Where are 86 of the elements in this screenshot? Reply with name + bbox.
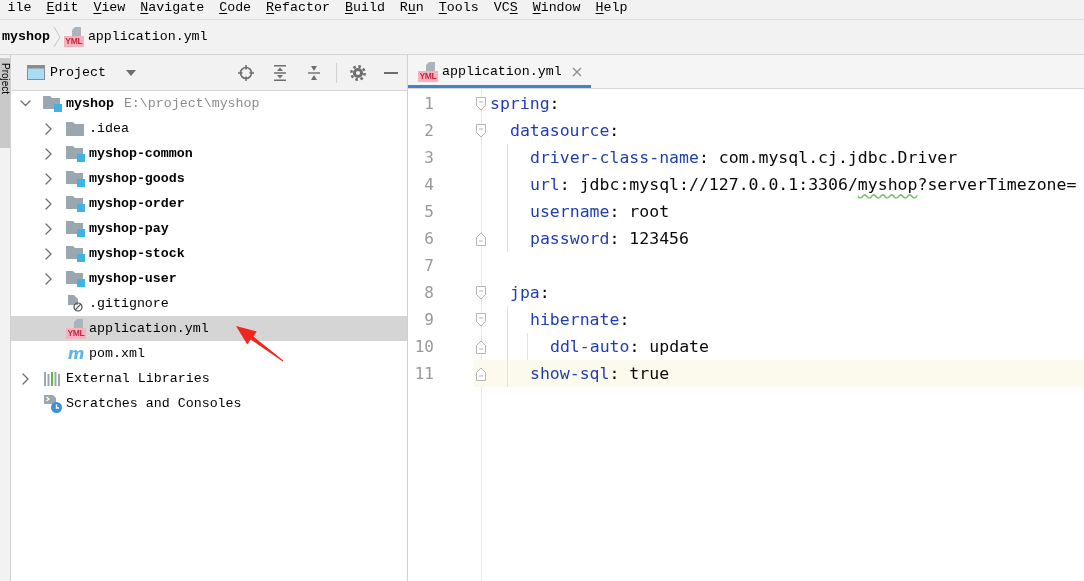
line-number: 10	[414, 337, 434, 356]
chevron-right-icon[interactable]	[44, 172, 52, 185]
module-folder-icon	[66, 145, 85, 162]
menu-item[interactable]: Navigate	[132, 0, 212, 16]
line-number: 8	[424, 283, 434, 302]
menu-item[interactable]: VCS	[486, 0, 526, 16]
menu-item[interactable]: View	[85, 0, 133, 16]
line-number: 1	[424, 94, 434, 113]
menu-item[interactable]: Window	[525, 0, 589, 16]
line-number: 7	[424, 256, 434, 275]
code-line: url: jdbc:mysql://127.0.0.1:3306/myshop?serverTimezone=	[530, 174, 1077, 196]
chevron-right-icon[interactable]	[21, 372, 29, 385]
tree-item[interactable]: myshop E:\project\myshop	[11, 91, 407, 116]
menu-item[interactable]: Code	[211, 0, 259, 16]
menu-item[interactable]: Help	[588, 0, 635, 16]
tree-item[interactable]: Scratches and Consoles	[11, 391, 407, 416]
code-line: ddl-auto: update	[550, 336, 709, 358]
tree-item[interactable]: myshop-pay	[11, 216, 407, 241]
fold-start-icon[interactable]	[476, 312, 486, 327]
caret-icon[interactable]	[125, 69, 136, 76]
code-line: spring:	[490, 93, 560, 115]
close-icon[interactable]	[571, 66, 582, 77]
expand-all-icon[interactable]	[272, 64, 288, 81]
library-icon	[43, 371, 61, 386]
tree-item[interactable]: .gitignore	[11, 291, 407, 316]
line-number: 4	[424, 175, 434, 194]
chevron-down-icon[interactable]	[19, 100, 31, 107]
scratch-clock-icon	[43, 394, 62, 413]
fold-start-icon[interactable]	[476, 96, 486, 111]
code-line: jpa:	[510, 282, 550, 304]
module-folder-icon	[66, 170, 85, 187]
project-view-icon	[27, 65, 45, 80]
ignored-file-icon	[66, 295, 83, 312]
menu-item[interactable]: Run	[392, 0, 432, 16]
menu-item[interactable]: Edit	[38, 0, 86, 16]
module-folder-icon	[66, 270, 85, 287]
line-number: 3	[424, 148, 434, 167]
code-line: username: root	[530, 201, 670, 223]
breadcrumb-item[interactable]: myshop	[2, 29, 50, 45]
tool-window-tab[interactable]: Project	[0, 58, 10, 148]
fold-start-icon[interactable]	[476, 123, 486, 138]
code-line: show-sql: true	[530, 363, 670, 385]
module-folder-icon	[66, 195, 85, 212]
breadcrumb-chevron-icon	[52, 26, 61, 48]
line-number: 2	[424, 121, 434, 140]
project-path: E:\project\myshop	[123, 95, 260, 113]
code-line: password: 123456	[530, 228, 689, 250]
crosshair-icon[interactable]	[238, 64, 254, 81]
line-number: 6	[424, 229, 434, 248]
line-number: 5	[424, 202, 434, 221]
chevron-right-icon[interactable]	[44, 222, 52, 235]
tree-item[interactable]: myshop-common	[11, 141, 407, 166]
code-line: hibernate:	[530, 309, 630, 331]
folder-icon	[66, 121, 84, 136]
menu-item[interactable]: ile	[0, 0, 39, 16]
code-line: driver-class-name: com.mysql.cj.jdbc.Driver	[530, 147, 958, 169]
tree-item[interactable]: myshop-user	[11, 266, 407, 291]
tree-item[interactable]: YML application.yml	[11, 316, 407, 341]
breadcrumb-item[interactable]: YML application.yml	[63, 27, 208, 47]
menu-item[interactable]: Refactor	[258, 0, 338, 16]
line-number: 11	[414, 364, 434, 383]
module-folder-icon	[43, 95, 62, 112]
chevron-right-icon[interactable]	[44, 272, 52, 285]
module-folder-icon	[66, 245, 85, 262]
code-line: datasource:	[510, 120, 620, 142]
view-dropdown[interactable]: Project	[27, 64, 136, 81]
tree-item[interactable]: .idea	[11, 116, 407, 141]
tree-item[interactable]: myshop-order	[11, 191, 407, 216]
maven-icon: m	[66, 344, 86, 363]
tree-item[interactable]: m pom.xml	[11, 341, 407, 366]
collapse-all-icon[interactable]	[306, 64, 322, 81]
chevron-right-icon[interactable]	[44, 122, 52, 135]
settings-icon[interactable]	[350, 64, 366, 81]
line-number: 9	[424, 310, 434, 329]
module-folder-icon	[66, 220, 85, 237]
tree-item[interactable]: myshop-goods	[11, 166, 407, 191]
annotation-arrow	[236, 326, 284, 362]
menu-item[interactable]: Build	[337, 0, 393, 16]
tree-item[interactable]: myshop-stock	[11, 241, 407, 266]
chevron-right-icon[interactable]	[44, 247, 52, 260]
chevron-right-icon[interactable]	[44, 197, 52, 210]
fold-start-icon[interactable]	[476, 285, 486, 300]
chevron-right-icon[interactable]	[44, 147, 52, 160]
tree-item[interactable]: External Libraries	[11, 366, 407, 391]
minimize-icon[interactable]	[384, 71, 398, 74]
menu-item[interactable]: Tools	[431, 0, 487, 16]
